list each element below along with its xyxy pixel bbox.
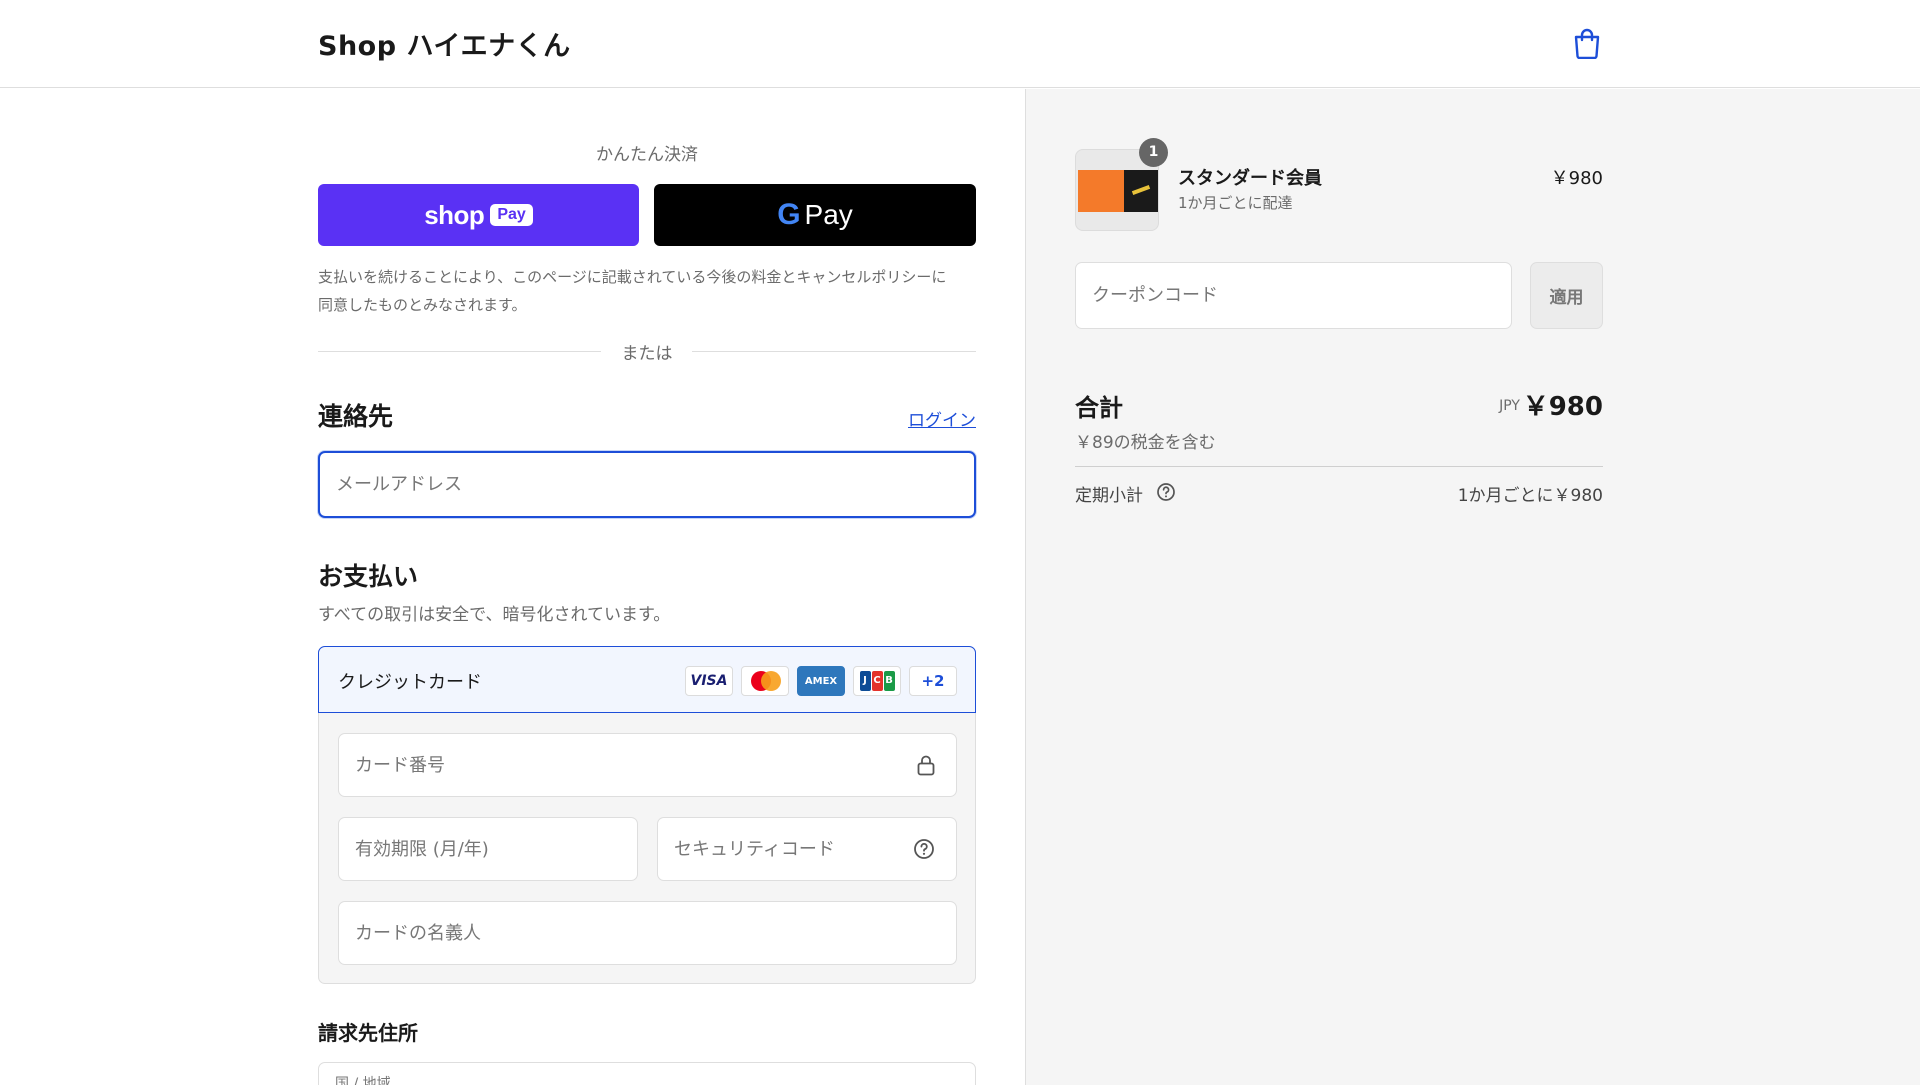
country-label: 国 / 地域 (335, 1076, 391, 1085)
security-code-input[interactable] (657, 817, 957, 881)
total-label: 合計 (1075, 394, 1123, 422)
google-pay-text: Pay (804, 199, 853, 230)
quantity-badge: 1 (1139, 138, 1168, 167)
card-number-input[interactable] (338, 733, 957, 797)
order-summary-panel (1025, 89, 1920, 1085)
payment-subtitle: すべての取引は安全で、暗号化されています。 (318, 605, 671, 625)
shop-pay-button[interactable]: shop Pay (318, 184, 639, 246)
mastercard-icon (741, 666, 789, 696)
email-input[interactable] (318, 451, 976, 518)
jcb-icon: J C B (853, 666, 901, 696)
card-brands: VISA AMEX J C B +2 (685, 666, 957, 696)
coupon-code-input[interactable] (1075, 262, 1512, 329)
expiry-input[interactable] (338, 817, 638, 881)
credit-card-label: クレジットカード (338, 672, 482, 693)
shopping-bag-icon[interactable] (1572, 27, 1602, 59)
summary-divider (1075, 466, 1603, 467)
amex-icon: AMEX (797, 666, 845, 696)
header: Shop ハイエナくん (0, 0, 1920, 88)
question-circle-icon[interactable] (1156, 482, 1176, 502)
express-checkout-label: かんたん決済 (596, 145, 698, 165)
cardholder-name-input[interactable] (338, 901, 957, 965)
login-link[interactable]: ログイン (908, 406, 976, 431)
total-amount: ￥980 (1522, 392, 1603, 422)
product-name: スタンダード会員 (1178, 168, 1322, 189)
shop-pay-logo-text: shop (424, 199, 485, 230)
payment-heading: お支払い (318, 562, 419, 591)
total-currency: JPY (1499, 398, 1520, 414)
shop-pay-pill: Pay (490, 204, 533, 226)
contact-heading: 連絡先 (318, 402, 394, 431)
country-select[interactable]: 国 / 地域 (318, 1062, 976, 1085)
google-g-icon: G (777, 198, 801, 231)
apply-coupon-button[interactable]: 適用 (1530, 262, 1603, 329)
recurring-subtotal-label: 定期小計 (1075, 486, 1143, 506)
credit-card-section: クレジットカード VISA AMEX J C B +2 (318, 646, 976, 984)
question-circle-icon[interactable] (913, 838, 935, 860)
more-brands-badge: +2 (909, 666, 957, 696)
lock-icon (917, 755, 935, 776)
visa-icon: VISA (685, 666, 733, 696)
tax-included-text: ￥89の税金を含む (1075, 433, 1216, 453)
credit-card-option[interactable]: クレジットカード VISA AMEX J C B +2 (318, 646, 976, 713)
google-pay-button[interactable]: G Pay (654, 184, 976, 246)
divider-line (692, 351, 976, 352)
product-price: ￥980 (1550, 168, 1603, 189)
policy-notice: 支払いを続けることにより、このページに記載されている今後の料金とキャンセルポリシ… (318, 268, 947, 314)
billing-address-heading: 請求先住所 (318, 1021, 418, 1045)
recurring-subtotal-value: 1か月ごとに￥980 (1457, 486, 1603, 506)
shop-title[interactable]: Shop ハイエナくん (318, 24, 571, 63)
or-divider: または (318, 339, 976, 364)
product-subtitle: 1か月ごとに配達 (1178, 194, 1293, 212)
